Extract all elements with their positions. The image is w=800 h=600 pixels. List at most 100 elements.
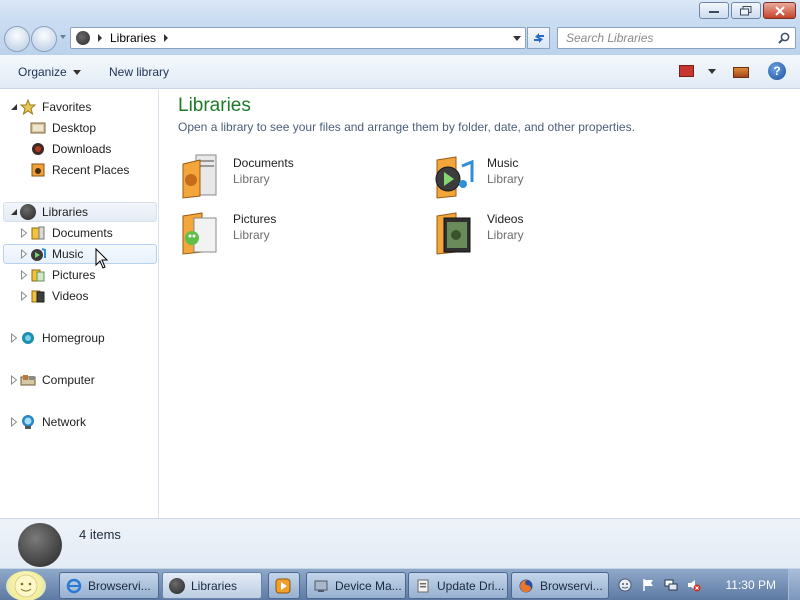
organize-button[interactable]: Organize (18, 65, 81, 79)
nav-recent-places[interactable]: Recent Places (30, 160, 129, 180)
minimize-button[interactable] (699, 2, 729, 19)
volume-muted-icon[interactable] (687, 578, 701, 592)
start-button[interactable] (6, 571, 46, 600)
taskbar-libraries-label: Libraries (191, 578, 238, 593)
library-kind-videos: Library (487, 228, 524, 242)
documents-library-icon (182, 154, 217, 199)
nav-favorites[interactable]: Favorites (10, 97, 91, 117)
breadcrumb-separator-icon[interactable] (98, 34, 102, 42)
taskbar-device-manager[interactable]: Device Ma... (306, 572, 406, 599)
new-library-button[interactable]: New library (109, 65, 169, 79)
library-item-videos[interactable]: Videos Library (434, 208, 634, 258)
ie-icon (66, 578, 82, 593)
nav-favorites-label: Favorites (42, 100, 92, 114)
views-icon (679, 65, 694, 77)
chevron-down-icon (72, 69, 81, 75)
library-name-documents: Documents (233, 156, 294, 170)
new-library-label: New library (109, 65, 170, 79)
downloads-icon (32, 143, 44, 155)
nav-videos-label: Videos (52, 289, 89, 303)
computer-icon (20, 375, 36, 386)
libraries-large-icon (18, 523, 62, 567)
change-view-button[interactable] (679, 65, 716, 77)
pictures-icon (31, 269, 45, 282)
library-kind-pictures: Library (233, 228, 270, 242)
taskbar-update-driver[interactable]: Update Dri... (408, 572, 508, 599)
library-item-music[interactable]: Music Library (434, 152, 634, 202)
show-desktop-button[interactable] (788, 569, 800, 600)
nav-recent-places-label: Recent Places (52, 163, 130, 177)
details-pane: 4 items (0, 518, 800, 568)
taskbar-device-manager-label: Device Ma... (335, 578, 402, 593)
taskbar-update-driver-label: Update Dri... (437, 578, 505, 593)
window-controls (699, 2, 796, 19)
collapsed-arrow-icon[interactable] (20, 228, 28, 238)
taskbar-media-player[interactable] (268, 572, 300, 599)
preview-pane-icon[interactable] (733, 67, 749, 78)
nav-documents[interactable]: Documents (20, 223, 113, 243)
library-item-documents[interactable]: Documents Library (180, 152, 380, 202)
nav-computer[interactable]: Computer (10, 370, 95, 390)
network-tray-icon[interactable] (664, 578, 678, 592)
library-name-music: Music (487, 156, 519, 170)
nav-videos[interactable]: Videos (20, 286, 88, 306)
clock[interactable]: 11:30 PM (726, 578, 776, 592)
nav-pictures[interactable]: Pictures (20, 265, 95, 285)
emoticon-tray-icon[interactable] (618, 578, 632, 592)
collapsed-arrow-icon[interactable] (10, 333, 18, 343)
taskbar: Browservi... Libraries Device Ma... Upda… (0, 568, 800, 600)
taskbar-libraries[interactable]: Libraries (162, 572, 262, 599)
expanded-arrow-icon[interactable] (10, 103, 18, 111)
nav-desktop[interactable]: Desktop (30, 118, 96, 138)
collapsed-arrow-icon[interactable] (20, 291, 28, 301)
refresh-icon (533, 33, 544, 43)
forward-button[interactable] (31, 26, 57, 52)
collapsed-arrow-icon[interactable] (20, 270, 28, 280)
taskbar-firefox-label: Browservi... (540, 578, 603, 593)
help-button[interactable]: ? (768, 62, 786, 80)
homegroup-icon (22, 332, 34, 344)
favorites-star-icon (20, 99, 36, 115)
recent-pages-dropdown[interactable] (60, 35, 66, 39)
nav-libraries[interactable]: Libraries (10, 202, 88, 222)
update-driver-icon (417, 579, 429, 592)
address-dropdown-icon[interactable] (513, 36, 521, 41)
network-icon (22, 415, 34, 429)
media-player-icon (275, 578, 291, 593)
taskbar-firefox-browservice[interactable]: Browservi... (511, 572, 609, 599)
start-orb-icon (14, 574, 38, 598)
breadcrumb-chevron-icon[interactable] (164, 34, 169, 42)
refresh-button[interactable] (527, 27, 550, 49)
address-bar[interactable]: Libraries (70, 27, 526, 49)
nav-downloads[interactable]: Downloads (30, 139, 111, 159)
close-button[interactable] (763, 2, 796, 19)
nav-network[interactable]: Network (10, 412, 86, 432)
search-icon[interactable] (778, 32, 790, 44)
collapsed-arrow-icon[interactable] (10, 417, 18, 427)
minimize-icon (709, 10, 719, 13)
views-chevron-down-icon[interactable] (708, 68, 716, 74)
breadcrumb-libraries[interactable]: Libraries (110, 31, 156, 45)
taskbar-ie-browservice[interactable]: Browservi... (59, 572, 159, 599)
collapsed-arrow-icon[interactable] (10, 375, 18, 385)
recent-places-icon (31, 163, 45, 177)
nav-music[interactable]: Music (20, 244, 83, 264)
expanded-arrow-icon[interactable] (10, 208, 18, 216)
device-manager-icon (314, 580, 328, 592)
mouse-cursor-icon (95, 248, 109, 269)
library-item-pictures[interactable]: Pictures Library (180, 208, 380, 258)
libraries-location-icon (76, 31, 90, 45)
restore-button[interactable] (731, 2, 761, 19)
page-title: Libraries (178, 95, 251, 116)
nav-downloads-label: Downloads (52, 142, 112, 156)
nav-computer-label: Computer (42, 373, 95, 387)
firefox-icon (519, 579, 533, 592)
nav-homegroup[interactable]: Homegroup (10, 328, 105, 348)
nav-desktop-label: Desktop (52, 121, 97, 135)
action-center-flag-icon[interactable] (641, 578, 655, 592)
taskbar-ie-label: Browservi... (88, 578, 151, 593)
search-box[interactable] (557, 27, 796, 49)
search-input[interactable] (558, 28, 768, 48)
collapsed-arrow-icon[interactable] (20, 249, 28, 259)
back-button[interactable] (4, 26, 30, 52)
